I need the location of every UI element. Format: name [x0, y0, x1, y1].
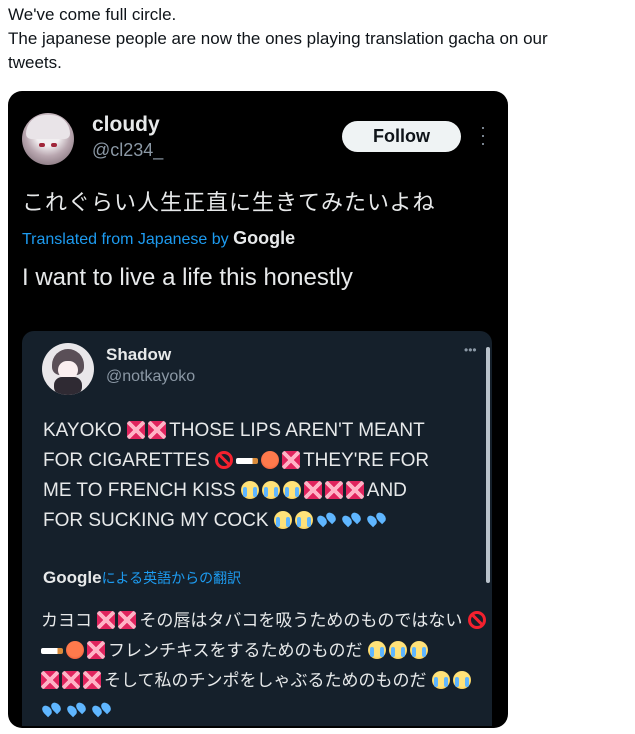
sweat-droplets-icon — [91, 701, 113, 719]
caption-line: We've come full circle. — [8, 5, 177, 24]
sweat-droplets-icon — [66, 701, 88, 719]
crying-face-icon — [240, 481, 259, 499]
anger-symbol-icon — [87, 641, 105, 659]
follow-button[interactable]: Follow — [342, 121, 461, 152]
text-segment: FOR SUCKING MY COCK — [43, 510, 274, 531]
quoted-tweet[interactable]: Shadow @notkayoko ••• KAYOKO THOSE LIPS … — [22, 331, 492, 726]
text-segment: THOSE LIPS AREN'T MEANT — [169, 420, 425, 441]
caption-line: tweets. — [8, 53, 62, 72]
anger-symbol-icon — [118, 611, 137, 629]
sweat-droplets-icon — [316, 511, 338, 529]
google-logo-text: Google — [43, 568, 102, 587]
text-segment: THEY'RE FOR — [303, 450, 430, 471]
text-segment: AND — [366, 480, 407, 501]
text-line: FOR SUCKING MY COCK — [43, 506, 483, 536]
text-segment: カヨコ — [41, 611, 98, 631]
text-line: フレンチキスをするためのものだ — [41, 636, 486, 666]
crying-face-icon — [273, 511, 292, 529]
crying-face-icon — [282, 481, 301, 499]
avatar[interactable] — [22, 113, 74, 165]
angry-face-icon — [261, 451, 280, 469]
text-segment: KAYOKO — [43, 420, 128, 441]
text-line: ME TO FRENCH KISS AND — [43, 476, 483, 506]
crying-face-icon — [452, 671, 471, 689]
anger-symbol-icon — [83, 671, 101, 689]
text-line: そして私のチンポをしゃぶるためのものだ — [41, 666, 486, 696]
scrollbar[interactable] — [486, 347, 490, 583]
user-handle[interactable]: @cl234_ — [92, 140, 163, 161]
crying-face-icon — [431, 671, 450, 689]
display-name[interactable]: cloudy — [92, 113, 160, 137]
anger-symbol-icon — [324, 481, 343, 499]
anger-symbol-icon — [303, 481, 322, 499]
user-handle[interactable]: @notkayoko — [106, 368, 195, 386]
text-segment: そして私のチンポをしゃぶるためのものだ — [104, 671, 432, 691]
anger-symbol-icon — [148, 421, 167, 439]
anger-symbol-icon — [345, 481, 364, 499]
anger-symbol-icon — [97, 611, 116, 629]
translation-attribution[interactable]: Googleによる英語からの翻訳 — [43, 568, 241, 588]
text-segment: その唇はタバコを吸うためのものではない — [139, 611, 468, 631]
cigarette-icon — [236, 458, 259, 464]
quoted-tweet-text: KAYOKO THOSE LIPS AREN'T MEANT FOR CIGAR… — [43, 416, 483, 536]
text-line: FOR CIGARETTES THEY'RE FOR — [43, 446, 483, 476]
crying-face-icon — [388, 641, 407, 659]
crying-face-icon — [367, 641, 386, 659]
cigarette-icon — [41, 648, 63, 654]
display-name[interactable]: Shadow — [106, 345, 171, 365]
text-segment: ME TO FRENCH KISS — [43, 480, 241, 501]
more-options-icon[interactable]: ••• — [464, 343, 477, 357]
tweet-text-original: これぐらい人生正直に生きてみたいよね — [22, 191, 436, 216]
tweet-text-translated: I want to live a life this honestly — [22, 264, 353, 291]
angry-face-icon — [66, 641, 84, 659]
anger-symbol-icon — [62, 671, 80, 689]
google-logo-text: Google — [233, 228, 296, 248]
sweat-droplets-icon — [366, 511, 388, 529]
text-line: カヨコ その唇はタバコを吸うためのものではない — [41, 606, 486, 636]
more-options-icon[interactable]: · · · — [476, 118, 490, 152]
text-line — [41, 696, 486, 726]
crying-face-icon — [294, 511, 313, 529]
crying-face-icon — [261, 481, 280, 499]
translation-attribution[interactable]: Translated from Japanese by Google — [22, 228, 295, 249]
prohibited-icon — [467, 611, 486, 629]
caption-line: The japanese people are now the ones pla… — [8, 29, 548, 48]
post-caption: We've come full circle. The japanese peo… — [8, 3, 628, 75]
prohibited-icon — [215, 451, 234, 469]
anger-symbol-icon — [41, 671, 59, 689]
sweat-droplets-icon — [341, 511, 363, 529]
anger-symbol-icon — [282, 451, 301, 469]
anger-symbol-icon — [127, 421, 146, 439]
text-segment: FOR CIGARETTES — [43, 450, 216, 471]
text-line: KAYOKO THOSE LIPS AREN'T MEANT — [43, 416, 483, 446]
sweat-droplets-icon — [41, 701, 63, 719]
screenshot-image[interactable]: cloudy @cl234_ Follow · · · これぐらい人生正直に生きてみ… — [8, 91, 508, 728]
crying-face-icon — [409, 641, 428, 659]
text-segment: フレンチキスをするためのものだ — [108, 641, 368, 661]
avatar[interactable] — [42, 343, 94, 395]
translated-from-label[interactable]: Translated from Japanese by — [22, 231, 229, 248]
quoted-tweet-translation: カヨコ その唇はタバコを吸うためのものではない フレンチキスをするためのものだ … — [41, 606, 486, 726]
translated-from-label[interactable]: による英語からの翻訳 — [102, 571, 242, 587]
